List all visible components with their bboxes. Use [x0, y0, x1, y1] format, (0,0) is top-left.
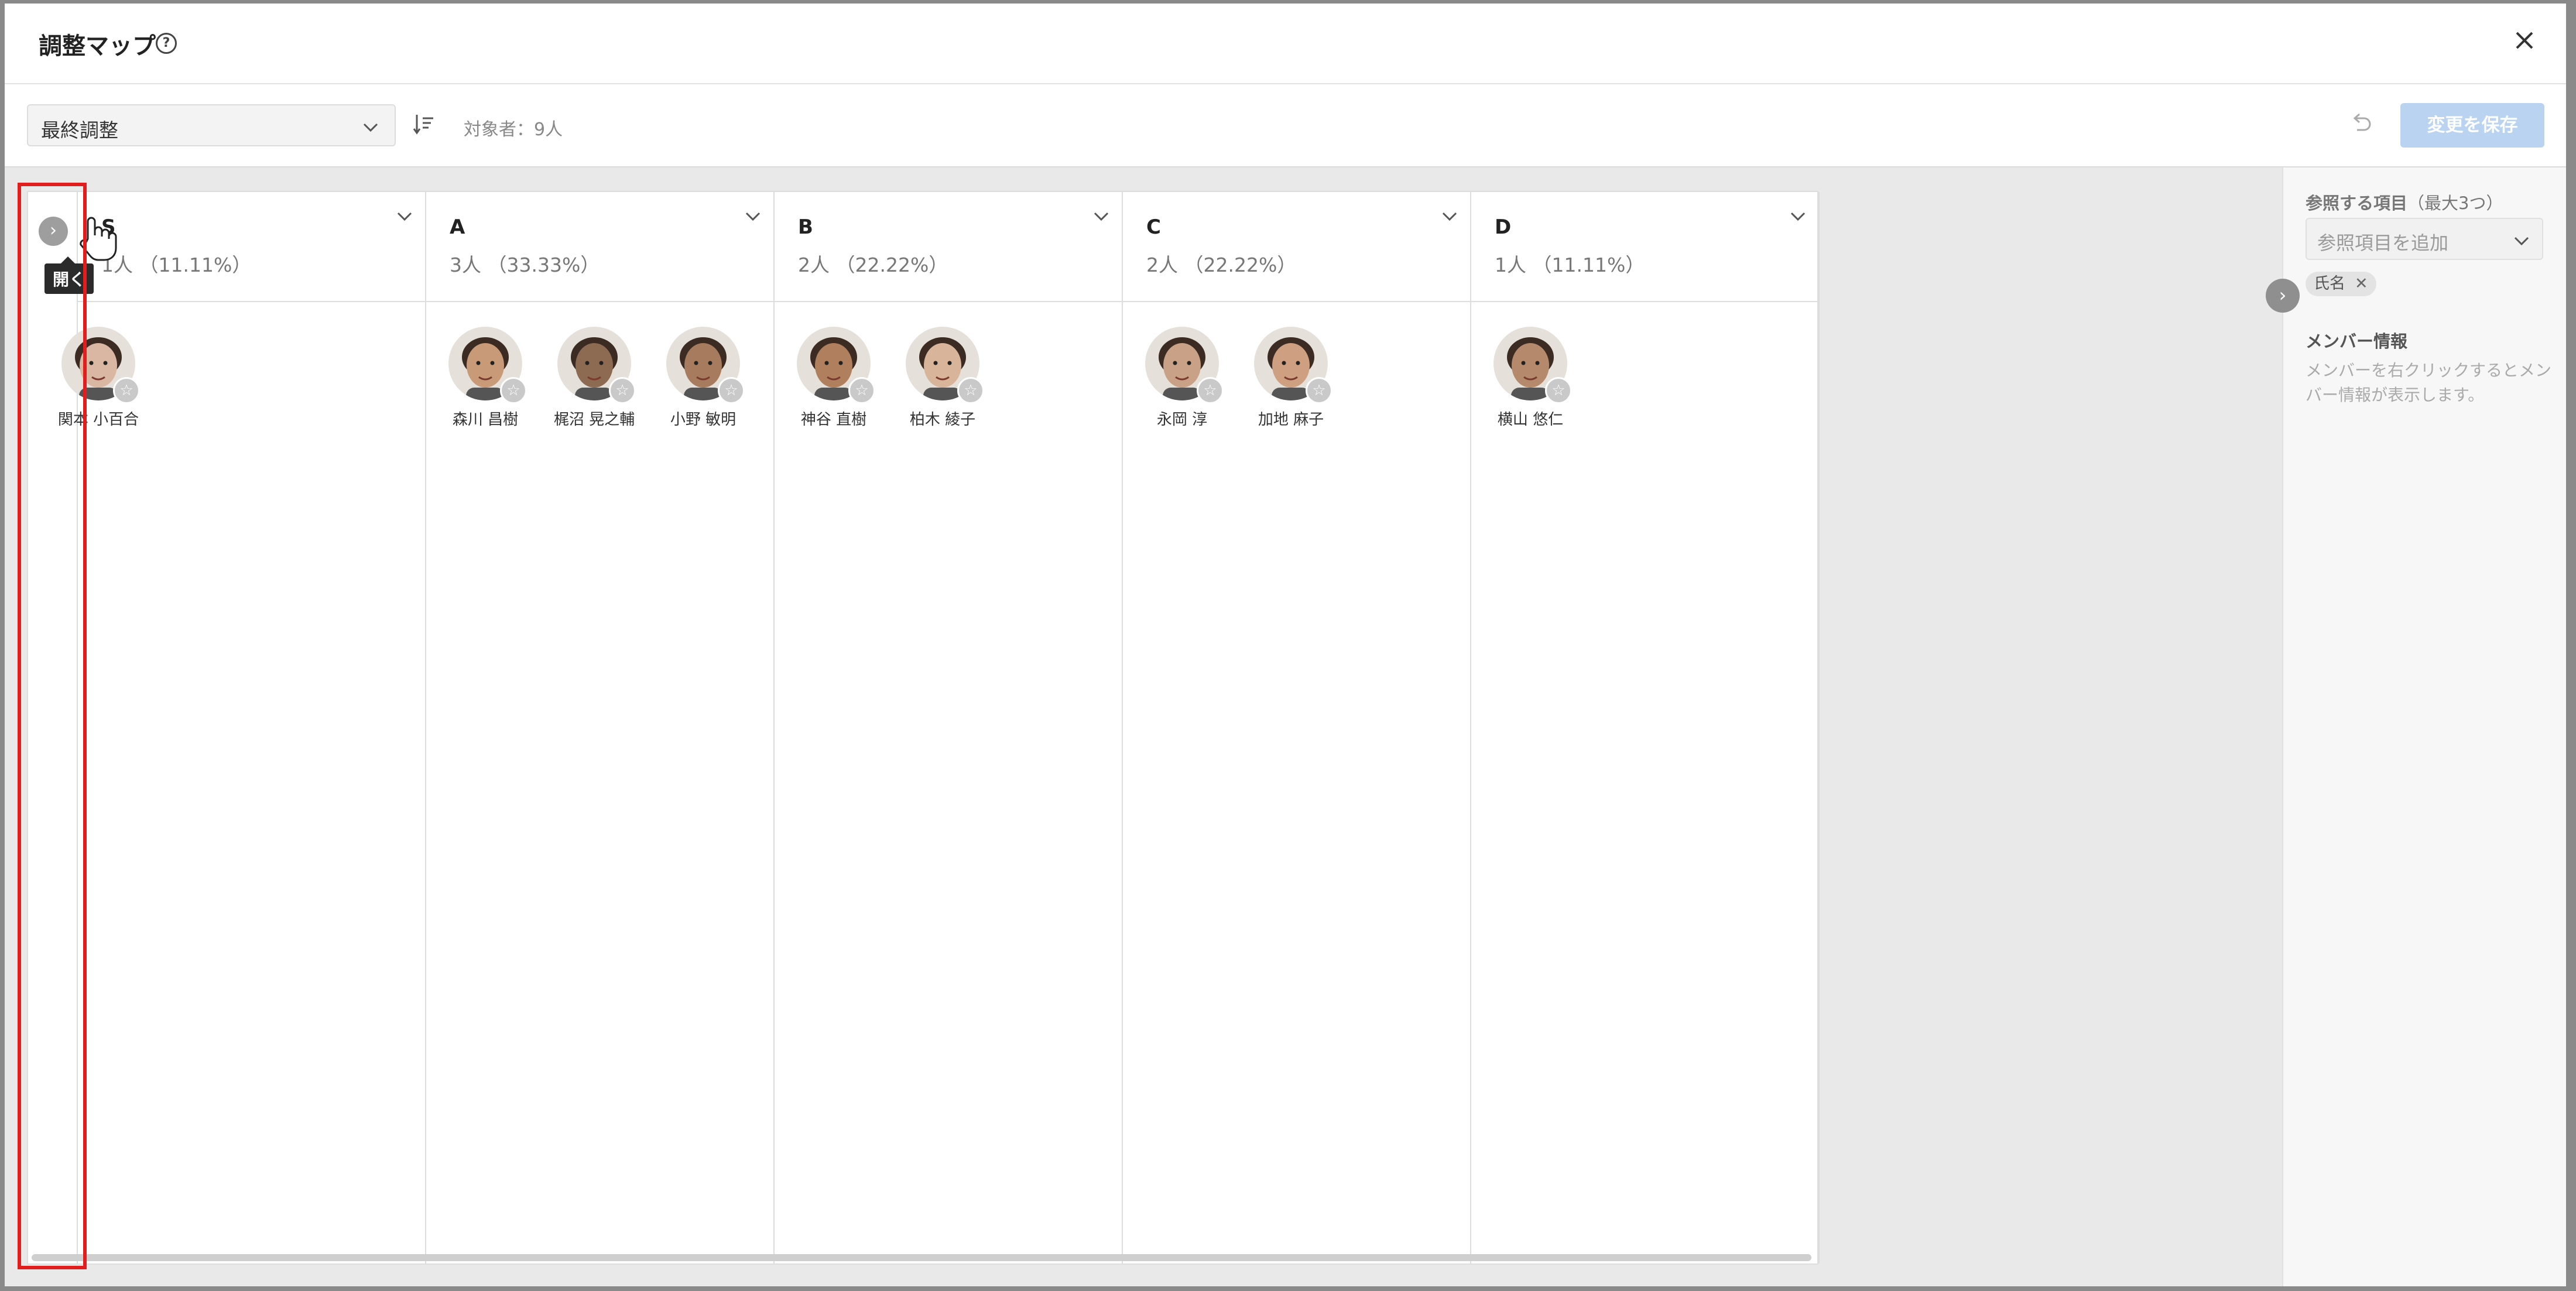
panel-toggle-button[interactable]: ›	[2266, 279, 2300, 313]
grade-column: C 2人 （22.22%） ☆ 永岡 淳 ☆ 加地 麻子	[1123, 192, 1471, 1263]
map-canvas: S 1人 （11.11%） ☆ 関本 小百合 A 3人 （33.33%） ☆ 森川 昌樹 ☆ 梶沼…	[5, 167, 2282, 1286]
grade-count: 1人 （11.11%）	[1495, 254, 1645, 276]
column-header: A 3人 （33.33%）	[426, 192, 773, 302]
star-icon[interactable]: ☆	[609, 377, 636, 404]
avatar: ☆	[797, 327, 875, 404]
star-icon[interactable]: ☆	[1197, 377, 1224, 404]
column-header: D 1人 （11.11%）	[1471, 192, 1818, 302]
reference-items-limit: （最大3つ）	[2407, 193, 2503, 213]
star-icon[interactable]: ☆	[1545, 377, 1572, 404]
star-icon[interactable]: ☆	[848, 377, 875, 404]
highlight-box	[18, 183, 87, 1269]
title-bar: 調整マップ ?	[5, 4, 2566, 84]
star-icon[interactable]: ☆	[718, 377, 745, 404]
chevron-down-icon	[2514, 237, 2529, 246]
target-count: 対象者：9人	[464, 119, 563, 140]
member-info-title: メンバー情報	[2306, 331, 2408, 351]
sort-icon[interactable]	[412, 112, 436, 136]
reference-panel: › 参照する項目（最大3つ） 参照項目を追加 氏名 ✕ メンバー情報 メンバーを右…	[2266, 167, 2566, 1286]
member-name: 小野 敏明	[670, 411, 737, 429]
grade-label: B	[798, 215, 813, 239]
member-name: 森川 昌樹	[452, 411, 519, 429]
member-name: 横山 悠仁	[1497, 411, 1564, 429]
member-card[interactable]: ☆ 小野 敏明	[659, 327, 747, 429]
grade-board: S 1人 （11.11%） ☆ 関本 小百合 A 3人 （33.33%） ☆ 森川 昌樹 ☆ 梶沼…	[27, 191, 1820, 1265]
avatar: ☆	[666, 327, 745, 404]
star-icon[interactable]: ☆	[957, 377, 984, 404]
star-icon[interactable]: ☆	[113, 377, 140, 404]
member-card[interactable]: ☆ 永岡 淳	[1138, 327, 1226, 429]
grade-column: D 1人 （11.11%） ☆ 横山 悠仁	[1471, 192, 1820, 1263]
column-header: B 2人 （22.22%）	[775, 192, 1122, 302]
reference-items-title: 参照する項目	[2306, 193, 2408, 213]
adjustment-stage-select[interactable]: 最終調整	[27, 104, 396, 146]
grade-label: D	[1495, 215, 1512, 239]
grade-column: S 1人 （11.11%） ☆ 関本 小百合	[58, 192, 426, 1263]
horizontal-scrollbar[interactable]	[32, 1254, 1811, 1261]
chevron-down-icon[interactable]	[743, 206, 763, 226]
star-icon[interactable]: ☆	[1306, 377, 1332, 404]
member-name: 神谷 直樹	[800, 411, 867, 429]
modal-title: 調整マップ	[39, 33, 156, 60]
adjustment-map-modal: 調整マップ ? 最終調整 対象者：9人 変更を保存 S 1人 （11.11%） …	[5, 4, 2566, 1286]
avatar: ☆	[448, 327, 527, 404]
grade-label: A	[450, 215, 465, 239]
avatar: ☆	[1493, 327, 1572, 404]
chip-label: 氏名	[2314, 275, 2345, 293]
close-icon[interactable]	[2510, 26, 2539, 55]
member-card[interactable]: ☆ 加地 麻子	[1247, 327, 1335, 429]
member-card[interactable]: ☆ 神谷 直樹	[790, 327, 878, 429]
grade-column: A 3人 （33.33%） ☆ 森川 昌樹 ☆ 梶沼 晃之輔 ☆ 小野 敏明	[426, 192, 775, 1263]
member-info-description: メンバーを右クリックするとメンバー情報が表示します。	[2306, 361, 2552, 405]
toolbar: 最終調整 対象者：9人 変更を保存	[5, 84, 2566, 167]
save-changes-button[interactable]: 変更を保存	[2400, 103, 2544, 148]
avatar: ☆	[906, 327, 984, 404]
member-card[interactable]: ☆ 横山 悠仁	[1486, 327, 1574, 429]
chevron-down-icon[interactable]	[1091, 206, 1111, 226]
column-header: C 2人 （22.22%）	[1123, 192, 1470, 302]
member-card[interactable]: ☆ 梶沼 晃之輔	[550, 327, 638, 429]
undo-icon[interactable]	[2348, 111, 2373, 137]
chevron-down-icon	[363, 123, 378, 132]
adjustment-stage-value: 最終調整	[41, 119, 118, 142]
grade-count: 2人 （22.22%）	[1146, 254, 1297, 276]
member-card[interactable]: ☆ 森川 昌樹	[441, 327, 529, 429]
chevron-down-icon[interactable]	[1788, 206, 1808, 226]
add-reference-placeholder: 参照項目を追加	[2317, 232, 2449, 254]
avatar: ☆	[557, 327, 636, 404]
grade-count: 3人 （33.33%）	[450, 254, 600, 276]
grade-count: 2人 （22.22%）	[798, 254, 948, 276]
star-icon[interactable]: ☆	[500, 377, 527, 404]
reference-chip-name: 氏名 ✕	[2306, 272, 2376, 296]
avatar: ☆	[1254, 327, 1332, 404]
grade-label: C	[1146, 215, 1161, 239]
chevron-down-icon[interactable]	[395, 206, 415, 226]
member-name: 加地 麻子	[1258, 411, 1324, 429]
member-name: 梶沼 晃之輔	[553, 411, 635, 429]
member-name: 永岡 淳	[1156, 411, 1208, 429]
member-name: 柏木 綾子	[909, 411, 976, 429]
reference-items-label: 参照する項目（最大3つ）	[2306, 190, 2503, 214]
column-header: S 1人 （11.11%）	[78, 192, 425, 302]
grade-column: B 2人 （22.22%） ☆ 神谷 直樹 ☆ 柏木 綾子	[775, 192, 1123, 1263]
member-card[interactable]: ☆ 柏木 綾子	[899, 327, 986, 429]
grade-count: 1人 （11.11%）	[101, 254, 252, 276]
chevron-down-icon[interactable]	[1440, 206, 1460, 226]
add-reference-select[interactable]: 参照項目を追加	[2306, 218, 2543, 260]
help-icon[interactable]: ?	[156, 33, 177, 54]
remove-chip-icon[interactable]: ✕	[2355, 275, 2368, 293]
avatar: ☆	[1145, 327, 1224, 404]
